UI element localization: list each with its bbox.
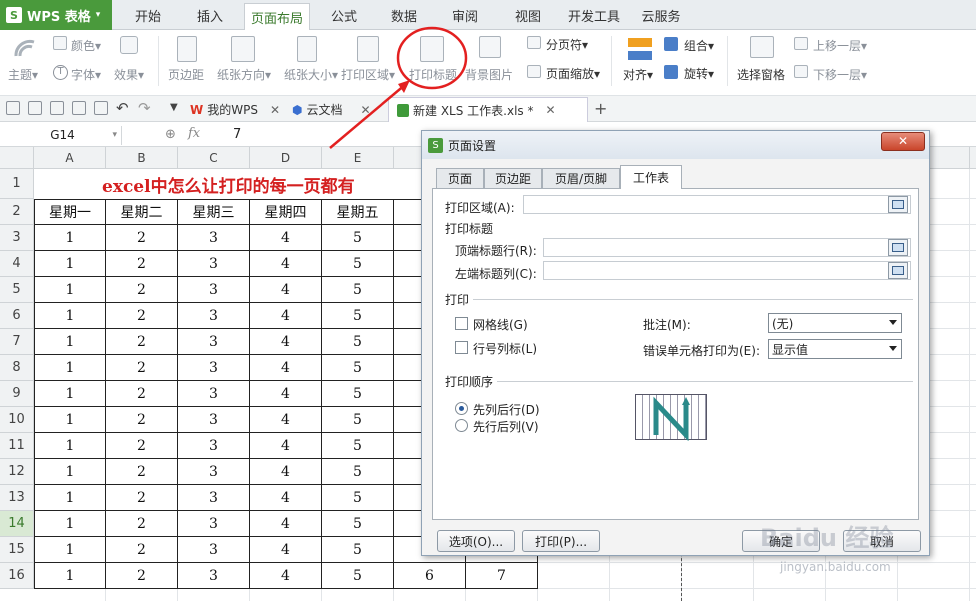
app-window: { "app": {"brand": "WPS 表格", "brand_colo…	[0, 0, 976, 601]
sheet-tab-panel: 打印区域(A): 打印标题 顶端标题行(R): 左端标题列(C): 打印 网格线…	[432, 188, 919, 520]
print-order-preview-icon	[635, 394, 707, 441]
print-button[interactable]: 打印(P)...	[522, 530, 600, 552]
cell-errors-label: 错误单元格打印为(E):	[643, 344, 760, 358]
top-rows-input[interactable]	[543, 238, 911, 257]
divider	[473, 299, 913, 300]
range-picker-icon[interactable]	[888, 196, 908, 213]
cell-errors-value: 显示值	[772, 342, 809, 357]
print-area-label: 打印区域(A):	[445, 201, 515, 215]
options-button[interactable]: 选项(O)...	[437, 530, 515, 552]
page-setup-dialog: S 页面设置 ✕ 页面 页边距 页眉/页脚 工作表 打印区域(A): 打印标题 …	[421, 130, 930, 556]
comments-value: (无)	[772, 316, 794, 331]
row-col-headings-label: 行号列标(L)	[473, 342, 538, 356]
order-over-label: 先行后列(V)	[473, 420, 539, 434]
tab-page[interactable]: 页面	[436, 168, 484, 188]
chevron-down-icon	[889, 320, 897, 325]
gridlines-label: 网格线(G)	[473, 318, 528, 332]
order-down-radio[interactable]	[455, 402, 468, 415]
print-area-input[interactable]	[523, 195, 911, 214]
wps-logo-icon: S	[428, 137, 443, 153]
chevron-down-icon	[889, 346, 897, 351]
top-rows-label: 顶端标题行(R):	[455, 244, 537, 258]
tab-sheet[interactable]: 工作表	[620, 165, 682, 189]
tab-header-footer[interactable]: 页眉/页脚	[542, 168, 620, 188]
highlight-circle	[396, 26, 468, 90]
gridlines-checkbox[interactable]	[455, 317, 468, 330]
left-cols-input[interactable]	[543, 261, 911, 280]
order-over-radio[interactable]	[455, 419, 468, 432]
range-picker-icon[interactable]	[888, 239, 908, 256]
row-col-headings-checkbox[interactable]	[455, 341, 468, 354]
annotation-arrow	[329, 83, 407, 149]
divider	[497, 381, 913, 382]
dialog-titlebar: S 页面设置	[422, 131, 929, 159]
print-order-section: 打印顺序	[445, 375, 494, 389]
print-titles-section: 打印标题	[445, 222, 494, 236]
comments-select[interactable]: (无)	[768, 313, 902, 333]
watermark-logo: Baidu 经验	[760, 524, 894, 552]
left-cols-label: 左端标题列(C):	[455, 267, 537, 281]
range-picker-icon[interactable]	[888, 262, 908, 279]
print-section: 打印	[445, 293, 470, 307]
comments-label: 批注(M):	[643, 318, 691, 332]
watermark-url: jingyan.baidu.com	[780, 560, 891, 574]
cell-errors-select[interactable]: 显示值	[768, 339, 902, 359]
annotation-arrowhead	[398, 80, 410, 93]
dialog-title: 页面设置	[448, 138, 497, 153]
tab-margins[interactable]: 页边距	[484, 168, 542, 188]
order-down-label: 先列后行(D)	[473, 403, 540, 417]
close-button[interactable]: ✕	[881, 132, 925, 151]
